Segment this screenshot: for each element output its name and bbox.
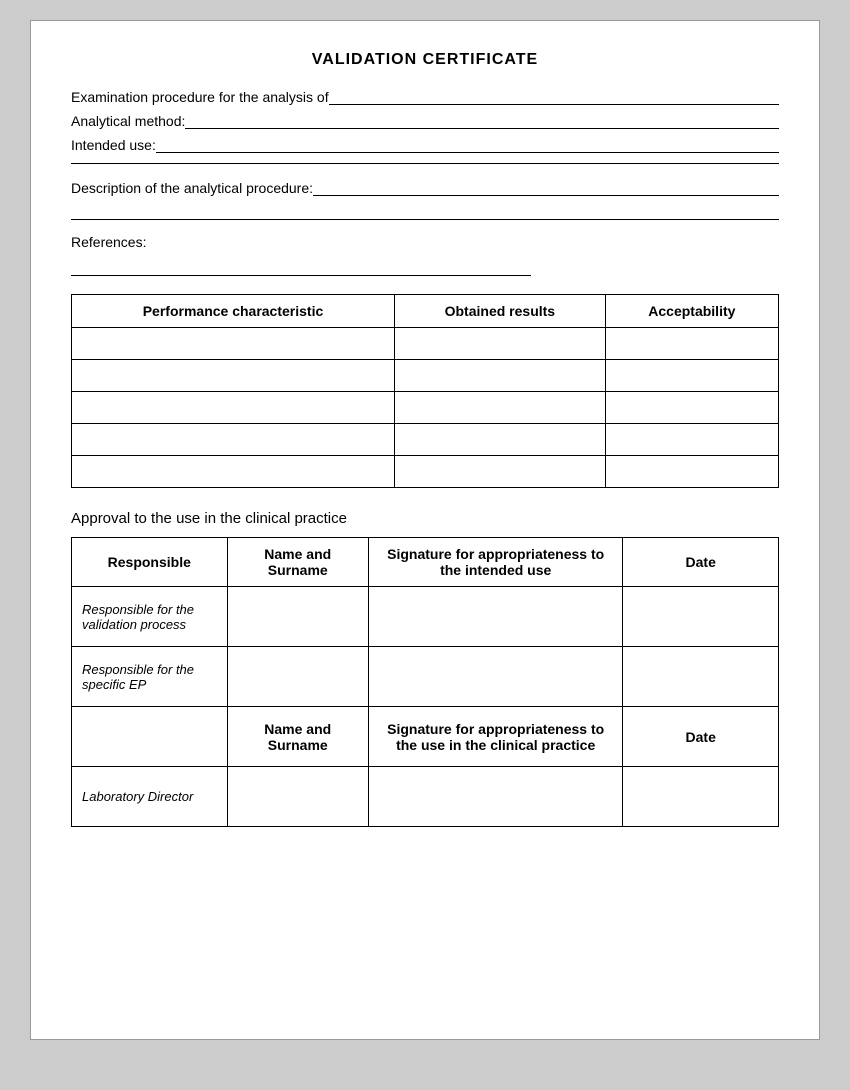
laboratory-director: Laboratory Director	[72, 767, 228, 827]
approval-header-row: Responsible Name and Surname Signature f…	[72, 538, 779, 587]
approval-second-header-row: Name and Surname Signature for appropria…	[72, 707, 779, 767]
performance-table: Performance characteristic Obtained resu…	[71, 294, 779, 488]
desc-field-row: Description of the analytical procedure:	[71, 178, 779, 196]
analytical-label: Analytical method:	[71, 113, 185, 129]
desc-full-underline	[71, 202, 779, 220]
analytical-underline	[185, 111, 779, 129]
table-row: Laboratory Director	[72, 767, 779, 827]
table-row	[72, 328, 779, 360]
second-date-header: Date	[623, 707, 779, 767]
references-section: References:	[71, 234, 779, 276]
approval-table: Responsible Name and Surname Signature f…	[71, 537, 779, 827]
intended-label: Intended use:	[71, 137, 156, 153]
desc-underline	[313, 178, 779, 196]
description-section: Description of the analytical procedure:	[71, 178, 779, 220]
table-row	[72, 360, 779, 392]
intended-underline	[156, 135, 779, 153]
table-row: Responsible for the validation process	[72, 587, 779, 647]
perf-header-row: Performance characteristic Obtained resu…	[72, 295, 779, 328]
exam-underline	[329, 87, 779, 105]
exam-field-row: Examination procedure for the analysis o…	[71, 87, 779, 105]
responsible-ep: Responsible for the specific EP	[72, 647, 228, 707]
approval-col-name: Name and Surname	[227, 538, 368, 587]
references-label: References:	[71, 234, 779, 250]
approval-title: Approval to the use in the clinical prac…	[71, 510, 779, 527]
table-row	[72, 424, 779, 456]
table-row	[72, 392, 779, 424]
analytical-field-row: Analytical method:	[71, 111, 779, 129]
exam-label: Examination procedure for the analysis o…	[71, 89, 329, 105]
responsible-validation: Responsible for the validation process	[72, 587, 228, 647]
desc-label: Description of the analytical procedure:	[71, 180, 313, 196]
intended-field-row: Intended use:	[71, 135, 779, 153]
page-title: VALIDATION CERTIFICATE	[71, 51, 779, 69]
perf-col-characteristic: Performance characteristic	[72, 295, 395, 328]
table-row	[72, 456, 779, 488]
second-signature-header: Signature for appropriateness to the use…	[368, 707, 623, 767]
table-row: Responsible for the specific EP	[72, 647, 779, 707]
approval-col-date: Date	[623, 538, 779, 587]
second-name-header: Name and Surname	[227, 707, 368, 767]
page: VALIDATION CERTIFICATE Examination proce…	[30, 20, 820, 1040]
approval-col-responsible: Responsible	[72, 538, 228, 587]
approval-col-signature: Signature for appropriateness to the int…	[368, 538, 623, 587]
separator-1	[71, 163, 779, 164]
perf-col-acceptability: Acceptability	[605, 295, 778, 328]
references-underline	[71, 258, 531, 276]
perf-col-results: Obtained results	[395, 295, 606, 328]
